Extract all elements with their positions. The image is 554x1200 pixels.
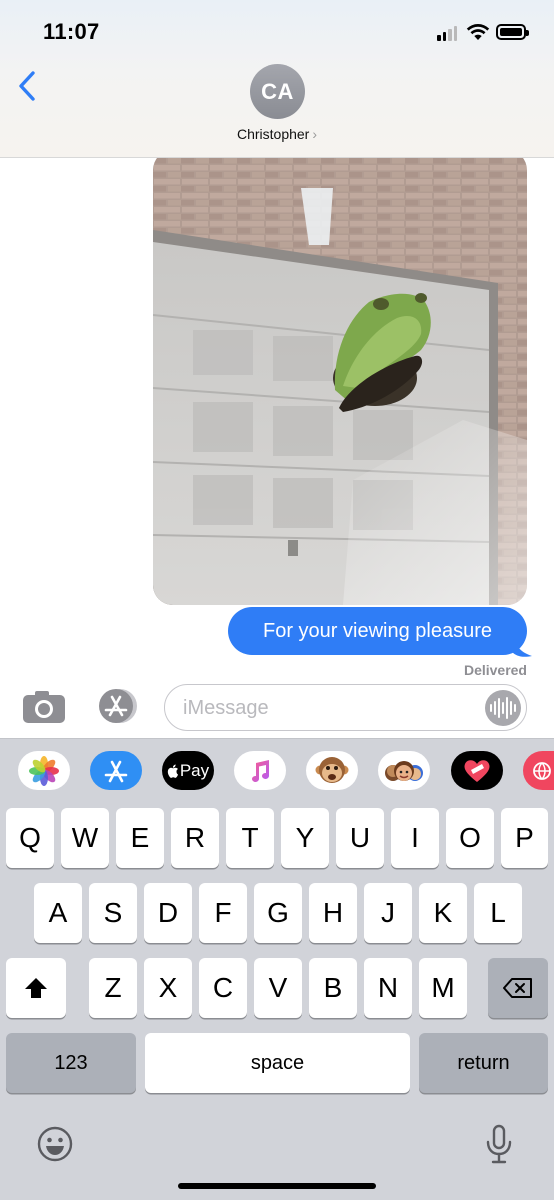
shift-key[interactable] [6,958,66,1018]
key-c[interactable]: C [199,958,247,1018]
back-chevron-icon[interactable] [14,68,42,104]
key-b[interactable]: B [309,958,357,1018]
app-store-icon[interactable] [94,687,142,725]
contact-name: Christopher [236,126,310,142]
globe-icon[interactable] [523,751,554,790]
key-n[interactable]: N [364,958,412,1018]
key-k[interactable]: K [419,883,467,943]
key-j[interactable]: J [364,883,412,943]
backspace-icon [503,978,532,998]
key-m[interactable]: M [419,958,467,1018]
bubble-tail [512,636,532,657]
camera-icon[interactable] [21,689,67,725]
photo-message[interactable] [153,150,527,605]
key-i[interactable]: I [391,808,439,868]
return-key[interactable]: return [419,1033,548,1093]
key-a[interactable]: A [34,883,82,943]
key-d[interactable]: D [144,883,192,943]
key-r[interactable]: R [171,808,219,868]
numbers-key[interactable]: 123 [6,1033,136,1093]
heart-sticker-icon[interactable] [451,751,503,790]
key-g[interactable]: G [254,883,302,943]
music-icon[interactable] [234,751,286,790]
photos-icon[interactable] [18,751,70,790]
delete-key[interactable] [488,958,548,1018]
key-s[interactable]: S [89,883,137,943]
key-t[interactable]: T [226,808,274,868]
cellular-signal-icon [437,25,457,41]
microphone-icon[interactable] [484,1123,514,1165]
key-w[interactable]: W [61,808,109,868]
key-l[interactable]: L [474,883,522,943]
message-input[interactable]: iMessage [164,684,527,731]
shift-arrow-icon [25,978,47,998]
key-u[interactable]: U [336,808,384,868]
home-indicator[interactable] [178,1183,376,1189]
chevron-right-icon: › [312,126,318,142]
message-placeholder: iMessage [183,697,269,719]
app-store-icon[interactable] [90,751,142,790]
key-v[interactable]: V [254,958,302,1018]
key-q[interactable]: Q [6,808,54,868]
battery-icon [496,24,529,40]
key-h[interactable]: H [309,883,357,943]
memoji-icon[interactable] [378,751,430,790]
emoji-icon[interactable] [36,1125,74,1163]
status-time: 11:07 [43,19,100,44]
sent-message-bubble[interactable]: For your viewing pleasure [228,607,527,655]
contact-name-button[interactable]: Christopher › [0,126,554,142]
contact-avatar[interactable]: CA [250,64,305,119]
audio-waveform-icon[interactable] [485,690,521,726]
wifi-icon [466,24,490,40]
key-y[interactable]: Y [281,808,329,868]
space-key[interactable]: space [145,1033,410,1093]
key-o[interactable]: O [446,808,494,868]
key-x[interactable]: X [144,958,192,1018]
key-f[interactable]: F [199,883,247,943]
apple-pay-icon[interactable]: Pay [162,751,214,790]
frog-on-window-photo [153,150,527,605]
key-z[interactable]: Z [89,958,137,1018]
apple-pay-label: Pay [179,760,210,780]
key-e[interactable]: E [116,808,164,868]
key-p[interactable]: P [501,808,548,868]
monkey-memoji-icon[interactable] [306,751,358,790]
conversation-header: 11:07 CA Christopher › [0,0,554,158]
delivery-status: Delivered [463,662,527,678]
